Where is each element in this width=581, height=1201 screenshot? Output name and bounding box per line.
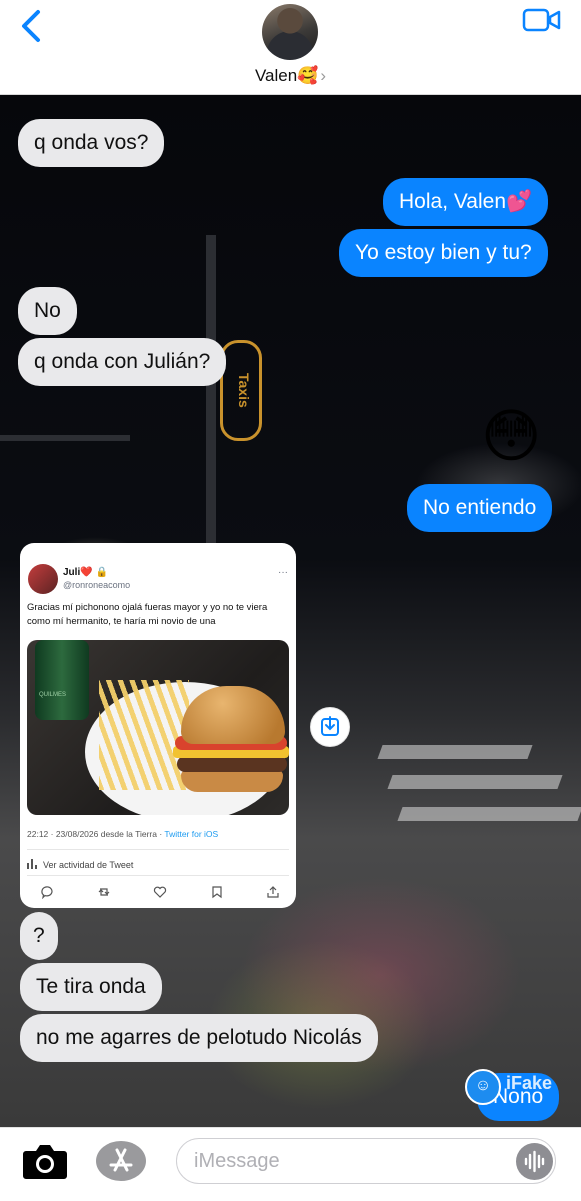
conversation-header: Valen🥰 › bbox=[0, 0, 581, 95]
tweet-avatar bbox=[28, 564, 58, 594]
retweet-icon bbox=[98, 888, 109, 896]
divider bbox=[27, 875, 289, 876]
message-input[interactable] bbox=[176, 1138, 556, 1184]
message-bubble-incoming[interactable]: No bbox=[18, 287, 77, 335]
chevron-left-icon bbox=[22, 10, 40, 42]
tweet-activity-label: Ver actividad de Tweet bbox=[43, 860, 134, 870]
tweet-activity-link: Ver actividad de Tweet bbox=[27, 859, 133, 870]
divider bbox=[27, 849, 289, 850]
message-bubble-incoming[interactable]: q onda vos? bbox=[18, 119, 165, 167]
chevron-right-icon: › bbox=[320, 66, 327, 85]
camera-icon bbox=[23, 1145, 67, 1179]
heart-icon bbox=[153, 886, 167, 898]
download-icon bbox=[321, 716, 339, 736]
audio-message-button[interactable] bbox=[516, 1143, 553, 1180]
tweet-photo-burger: QUILMES bbox=[27, 640, 289, 815]
app-store-button[interactable] bbox=[96, 1141, 146, 1181]
more-icon: ··· bbox=[278, 567, 288, 578]
ifake-watermark: iFake bbox=[506, 1073, 553, 1093]
contact-avatar[interactable] bbox=[262, 4, 318, 60]
message-emoji-outgoing[interactable]: 😳 bbox=[481, 405, 541, 469]
message-bubble-outgoing[interactable]: Hola, Valen💕 bbox=[383, 178, 549, 226]
video-camera-icon bbox=[522, 8, 561, 32]
fries-image bbox=[99, 680, 189, 790]
share-icon bbox=[267, 886, 279, 898]
street-pole bbox=[0, 435, 130, 441]
taxi-sign-image: Taxis bbox=[220, 340, 262, 441]
facetime-video-button[interactable] bbox=[522, 8, 562, 32]
crosswalk-stripe bbox=[387, 775, 563, 789]
bottle-image: QUILMES bbox=[35, 640, 89, 720]
tweet-screenshot-attachment[interactable]: Juli❤️ 🔒 @ronroneacomo ··· Gracias mí pi… bbox=[20, 543, 296, 908]
crosswalk-stripe bbox=[377, 745, 533, 759]
tweet-action-bar bbox=[40, 885, 280, 899]
message-bubble-incoming[interactable]: q onda con Julián? bbox=[18, 338, 227, 386]
message-bubble-incoming[interactable]: Te tira onda bbox=[20, 963, 162, 1011]
tweet-author-name: Juli❤️ 🔒 bbox=[63, 567, 108, 578]
composer-bar bbox=[0, 1127, 581, 1201]
save-attachment-button[interactable] bbox=[310, 707, 350, 747]
contact-name-button[interactable]: Valen🥰 › bbox=[0, 66, 581, 86]
tweet-text: Gracias mí pichonono ojalá fueras mayor … bbox=[27, 602, 268, 627]
back-button[interactable] bbox=[18, 8, 48, 44]
waveform-icon bbox=[524, 1150, 545, 1173]
tweet-time: 22:12 · 23/08/2026 desde la Tierra · bbox=[27, 829, 165, 839]
ifake-logo-icon: ☺ bbox=[465, 1069, 501, 1105]
bottle-label: QUILMES bbox=[39, 692, 67, 698]
tweet-author-handle: @ronroneacomo bbox=[63, 580, 131, 590]
tweet-source: Twitter for iOS bbox=[164, 829, 219, 839]
message-bubble-incoming[interactable]: no me agarres de pelotudo Nicolás bbox=[20, 1014, 378, 1062]
crosswalk-stripe bbox=[397, 807, 581, 821]
bar-chart-icon bbox=[27, 859, 37, 869]
contact-name: Valen🥰 bbox=[254, 66, 319, 85]
bookmark-icon bbox=[211, 886, 222, 899]
message-bubble-outgoing[interactable]: No entiendo bbox=[407, 484, 553, 532]
reply-icon bbox=[41, 886, 53, 899]
message-bubble-outgoing[interactable]: Yo estoy bien y tu? bbox=[339, 229, 548, 277]
patty-image bbox=[177, 756, 287, 772]
camera-button[interactable] bbox=[22, 1142, 68, 1180]
app-store-icon bbox=[109, 1148, 133, 1172]
bun-bottom-image bbox=[181, 770, 283, 792]
message-bubble-incoming[interactable]: ? bbox=[20, 912, 58, 960]
tweet-timestamp: 22:12 · 23/08/2026 desde la Tierra · Twi… bbox=[27, 829, 218, 839]
